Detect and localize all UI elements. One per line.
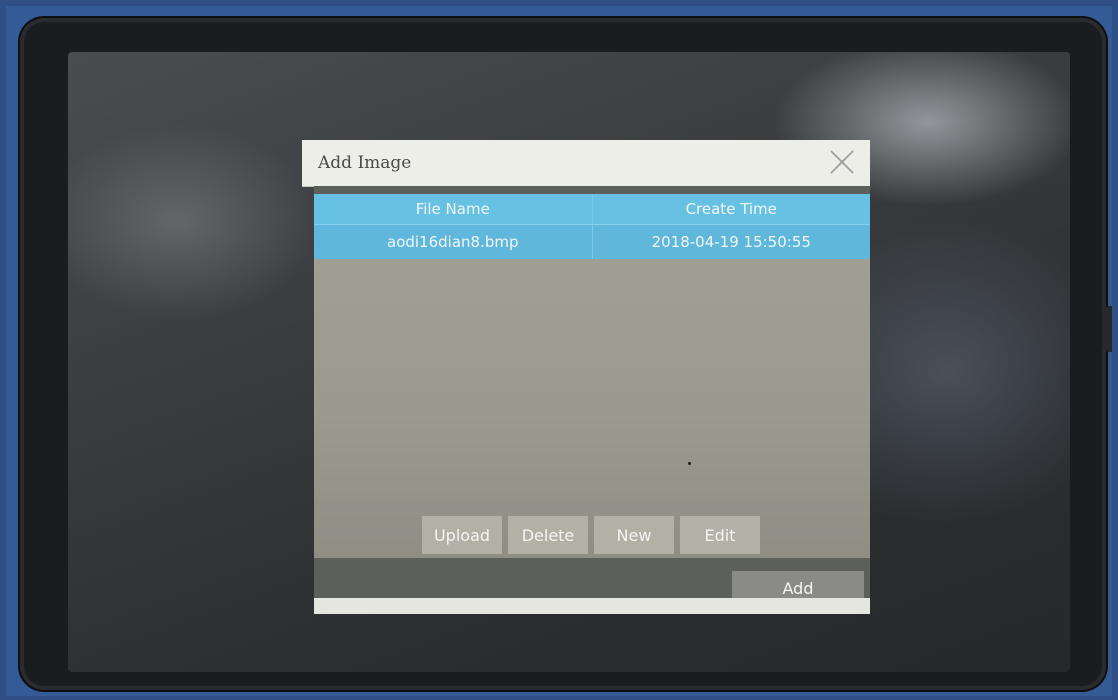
upload-button[interactable]: Upload xyxy=(422,516,502,554)
close-icon-svg xyxy=(830,150,854,174)
close-icon[interactable] xyxy=(828,148,856,176)
image-file-table: File Name Create Time aodi16dian8.bmp 20… xyxy=(314,194,870,558)
new-button[interactable]: New xyxy=(594,516,674,554)
screen-bezel: Add Image File Name Create Time aodi16di… xyxy=(20,18,1106,690)
file-name-cell: aodi16dian8.bmp xyxy=(387,233,519,251)
device-housing: Add Image File Name Create Time aodi16di… xyxy=(6,6,1112,696)
dialog-titlebar: Add Image xyxy=(302,140,870,187)
touch-screen: Add Image File Name Create Time aodi16di… xyxy=(68,52,1070,672)
column-header-file-name[interactable]: File Name xyxy=(314,194,592,224)
dialog-bottom-strip xyxy=(314,598,870,614)
edit-button[interactable]: Edit xyxy=(680,516,760,554)
screen-speck xyxy=(688,462,691,465)
table-row[interactable]: aodi16dian8.bmp 2018-04-19 15:50:55 xyxy=(314,224,870,259)
add-image-dialog: Add Image File Name Create Time aodi16di… xyxy=(302,140,870,624)
action-button-row: Upload Delete New Edit xyxy=(422,516,760,554)
dialog-title: Add Image xyxy=(318,153,412,173)
delete-button[interactable]: Delete xyxy=(508,516,588,554)
column-header-create-time[interactable]: Create Time xyxy=(591,194,871,224)
table-header: File Name Create Time xyxy=(314,194,870,224)
device-side-knob xyxy=(1102,306,1112,352)
create-time-cell: 2018-04-19 15:50:55 xyxy=(591,225,871,259)
dialog-body: File Name Create Time aodi16dian8.bmp 20… xyxy=(314,186,870,614)
